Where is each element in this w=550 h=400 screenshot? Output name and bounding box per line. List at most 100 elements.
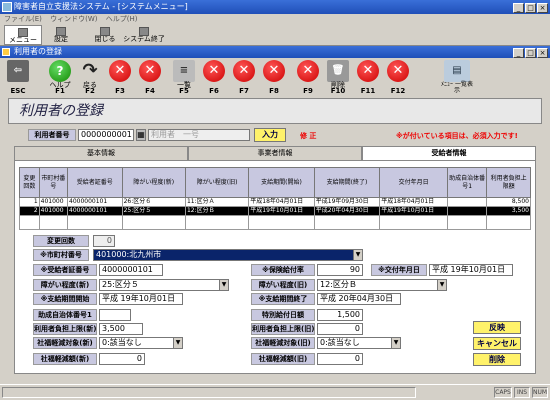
col-header: 市町村番号 (38, 167, 69, 198)
x-icon: ✕ (297, 60, 319, 82)
status-ins: INS (514, 387, 530, 398)
chevron-down-icon: ▼ (437, 280, 446, 290)
table-row-selected[interactable]: 2 401000 4000000101 25:区分５ 12:区分Ｂ 平成19年1… (19, 206, 531, 216)
subwindow-icon (2, 48, 10, 56)
window-titlebar: 障害者自立支援法システム - [システムメニュー] _ □ × (0, 0, 550, 14)
toolbar-exit-button[interactable]: システム終了 (122, 25, 166, 45)
cert-no-label: ※受給者証番号 (33, 264, 97, 276)
limit-new-label: 利用者負担上限(新) (33, 323, 97, 335)
exit-door-icon: ⇦ (7, 60, 29, 82)
table-row[interactable]: 1 401000 4000000101 26:区分６ 11:区分Ａ 平成18年0… (19, 197, 531, 207)
col-header: 助成自治体番号1 (446, 167, 488, 198)
limit-new-input[interactable]: 3,500 (99, 323, 143, 335)
enter-button[interactable]: 入力 (254, 128, 286, 142)
cancel-button[interactable]: キャンセル (473, 337, 521, 350)
menu-file[interactable]: ファイル(E) (4, 15, 42, 23)
app-icon (2, 2, 12, 12)
maximize-button[interactable]: □ (525, 3, 536, 13)
window-controls: _ □ × (512, 1, 548, 15)
fkey-f11[interactable]: ✕ F11 (354, 60, 382, 95)
col-header: 変更回数 (19, 167, 40, 198)
chevron-down-icon: ▼ (219, 280, 228, 290)
lookup-icon[interactable]: ▦ (136, 129, 146, 141)
x-icon: ✕ (139, 60, 161, 82)
tab-recipient-info[interactable]: 受給者情報 (362, 146, 536, 161)
user-name-field[interactable]: 利用者 一号 (148, 129, 250, 141)
social-old-select[interactable]: 0:該当なし ▼ (317, 337, 401, 349)
cert-no-input[interactable]: 4000000101 (99, 264, 163, 276)
status-num: NUM (532, 387, 548, 398)
fkey-f10[interactable]: 🗑 削除 F10 (324, 60, 352, 95)
status-caps: CAPS (494, 387, 512, 398)
fkey-f2[interactable]: ↷ 戻る F2 (76, 60, 104, 95)
menu-window[interactable]: ウィンドウ(W) (50, 15, 97, 23)
col-header: 障がい程度(新) (121, 167, 186, 198)
issue-date-input[interactable]: 平成 19年10月01日 (429, 264, 513, 276)
trash-icon: 🗑 (327, 60, 349, 82)
print-list-button[interactable]: ▤ ﾒﾆｭｰ 一覧表示 (440, 60, 474, 94)
user-no-label: 利用者番号 (28, 129, 76, 141)
change-count-label: 変更回数 (33, 235, 89, 247)
social-amt-old-label: 社福軽減額(旧) (251, 353, 315, 365)
close-window-button[interactable]: × (537, 3, 548, 13)
function-key-bar: ⇦ ESC ? ヘルプ F1 ↷ 戻る F2 ✕ F3 ✕ F4 ≡ 一覧 F5 ✕ F6 ✕ F7 … (0, 58, 550, 96)
x-icon: ✕ (203, 60, 225, 82)
back-arrow-icon: ↷ (82, 60, 98, 81)
sub-minimize-button[interactable]: _ (513, 48, 524, 58)
status-bar: CAPS INS NUM (0, 384, 550, 400)
fkey-f4[interactable]: ✕ F4 (136, 60, 164, 95)
menu-icon (18, 28, 28, 37)
tab-provider-info[interactable]: 事業者情報 (188, 146, 362, 160)
limit-old-input[interactable]: 0 (317, 323, 363, 335)
fkey-f9[interactable]: ✕ F9 (294, 60, 322, 95)
city-select[interactable]: 401000:北九州市 ▼ (93, 249, 363, 261)
delete-button[interactable]: 削除 (473, 353, 521, 366)
period-start-label: ※支給期間開始 (33, 293, 97, 305)
period-end-input[interactable]: 平成 20年04月30日 (317, 293, 401, 305)
required-note: ※が付いている項目は、必須入力です! (396, 132, 518, 140)
insurance-rate-input[interactable]: 90 (317, 264, 363, 276)
sub-close-button[interactable]: × (537, 48, 548, 58)
toolbar-menu-button[interactable]: メニュー (4, 25, 42, 45)
sub-maximize-button[interactable]: □ (525, 48, 536, 58)
minimize-button[interactable]: _ (513, 3, 524, 13)
level-new-select[interactable]: 25:区分５ ▼ (99, 279, 229, 291)
fkey-f3[interactable]: ✕ F3 (106, 60, 134, 95)
special-payment-input[interactable]: 1,500 (317, 309, 363, 321)
period-end-label: ※支給期間終了 (251, 293, 315, 305)
subsidy-no-label: 助成自治体番号1 (33, 309, 97, 321)
social-new-select[interactable]: 0:該当なし ▼ (99, 337, 183, 349)
fkey-f12[interactable]: ✕ F12 (384, 60, 412, 95)
help-icon: ? (49, 60, 71, 82)
app-toolbar: メニュー 設定 閉じる システム終了 (0, 24, 550, 46)
issue-date-label: ※交付年月日 (371, 264, 427, 276)
toolbar-settings-button[interactable]: 設定 (46, 25, 76, 45)
reflect-button[interactable]: 反映 (473, 321, 521, 334)
fkey-f5[interactable]: ≡ 一覧 F5 (170, 60, 198, 95)
fkey-f1[interactable]: ? ヘルプ F1 (46, 60, 74, 95)
menu-help[interactable]: ヘルプ(H) (106, 15, 138, 23)
fkey-f8[interactable]: ✕ F8 (260, 60, 288, 95)
fkey-f6[interactable]: ✕ F6 (200, 60, 228, 95)
col-header: 受給者証番号 (67, 167, 123, 198)
level-new-label: 障がい程度(新) (33, 279, 97, 291)
list-icon: ≡ (173, 60, 195, 82)
fkey-f7[interactable]: ✕ F7 (230, 60, 258, 95)
period-start-input[interactable]: 平成 19年10月01日 (99, 293, 183, 305)
toolbar-close-button[interactable]: 閉じる (90, 25, 120, 45)
user-no-input[interactable]: 0000000001 (78, 129, 134, 141)
social-amt-new-label: 社福軽減額(新) (33, 353, 97, 365)
print-icon: ▤ (444, 60, 470, 82)
mode-label: 修 正 (300, 132, 317, 140)
subsidy-no-input[interactable] (99, 309, 131, 321)
tab-bar: 基本情報 事業者情報 受給者情報 (14, 146, 536, 161)
social-amt-old-input[interactable]: 0 (317, 353, 363, 365)
fkey-esc[interactable]: ⇦ ESC (4, 60, 32, 95)
status-message (2, 387, 416, 398)
chevron-down-icon: ▼ (353, 250, 362, 260)
level-old-select[interactable]: 12:区分Ｂ ▼ (317, 279, 447, 291)
social-amt-new-input[interactable]: 0 (99, 353, 145, 365)
insurance-rate-label: ※保険給付率 (251, 264, 315, 276)
menu-bar: ファイル(E) ウィンドウ(W) ヘルプ(H) (0, 14, 550, 24)
tab-basic-info[interactable]: 基本情報 (14, 146, 188, 160)
